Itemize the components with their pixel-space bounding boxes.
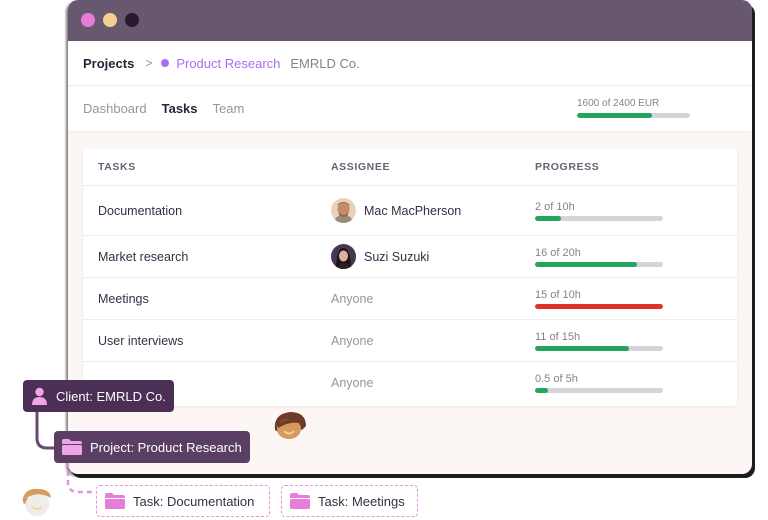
- folder-icon: [105, 493, 125, 509]
- client-chip[interactable]: Client: EMRLD Co.: [23, 380, 174, 412]
- user-face-icon: [274, 412, 306, 439]
- user-face-icon: [22, 488, 51, 516]
- task-chip-meetings[interactable]: Task: Meetings: [281, 485, 418, 517]
- task-chip-label: Task: Meetings: [318, 493, 405, 509]
- task-chip-label: Task: Documentation: [133, 493, 255, 509]
- person-icon: [31, 387, 48, 405]
- task-chip-documentation[interactable]: Task: Documentation: [96, 485, 270, 517]
- project-chip-label: Project: Product Research: [90, 439, 242, 455]
- folder-icon: [62, 439, 82, 455]
- folder-icon: [290, 493, 310, 509]
- project-chip[interactable]: Project: Product Research: [54, 431, 250, 463]
- client-chip-label: Client: EMRLD Co.: [56, 388, 166, 404]
